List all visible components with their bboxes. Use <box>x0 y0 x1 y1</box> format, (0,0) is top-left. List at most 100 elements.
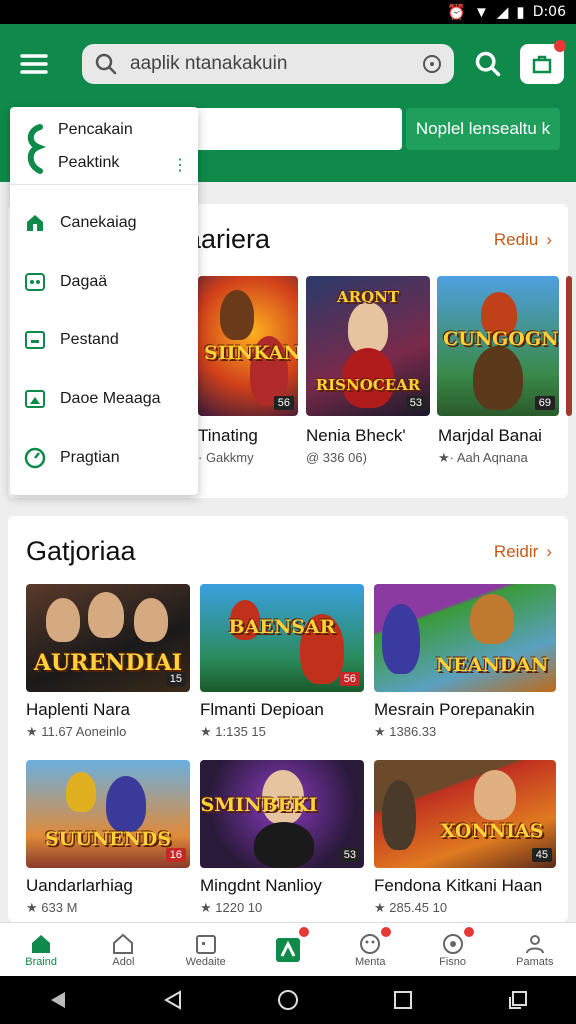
age-badge: 69 <box>534 396 555 410</box>
see-more-link[interactable]: Rediu › <box>494 230 552 250</box>
cart-button[interactable] <box>520 40 566 84</box>
game-meta: ★ 1:135 15 <box>200 724 266 739</box>
nav-item-pamats[interactable]: Pamats <box>494 923 576 976</box>
menu-item[interactable]: Dagaä <box>10 259 198 305</box>
game-meta: ★· Aah Aqnana <box>438 450 528 465</box>
game-title[interactable]: Marjdal Banai <box>438 426 542 446</box>
image-icon <box>25 390 45 408</box>
menu-item-label: Canekaiag <box>60 214 137 231</box>
nav-item-menta[interactable]: Menta <box>329 923 411 976</box>
nav-label: Pamats <box>516 955 554 968</box>
game-logo: NEANDAN <box>435 654 549 676</box>
search-button[interactable] <box>470 46 506 82</box>
see-more-label: Rediu <box>493 230 539 249</box>
nav-label: Adol <box>112 955 135 968</box>
game-logo: RISNOCEAR <box>315 376 421 394</box>
clock-icon <box>423 55 441 73</box>
game-title[interactable]: Nenia Bheck' <box>306 426 406 446</box>
nav-item-adol[interactable]: Adol <box>82 923 164 976</box>
split-screen-icon[interactable] <box>507 989 529 1011</box>
back-icon[interactable] <box>162 989 184 1011</box>
game-title[interactable]: Tinating <box>198 426 258 446</box>
game-title[interactable]: Haplenti Nara <box>26 700 130 720</box>
game-title[interactable]: Flmanti Depioan <box>200 700 324 720</box>
secondary-input[interactable] <box>190 108 402 150</box>
nav-item-home[interactable]: Braind <box>0 923 82 976</box>
game-thumbnail[interactable]: XONNIAS 45 <box>374 760 556 868</box>
game-thumbnail[interactable]: BAENSAR 56 <box>200 584 364 692</box>
game-logo: SIINKAN <box>204 342 298 364</box>
emoji-icon <box>360 933 381 954</box>
age-badge: 45 <box>531 848 552 862</box>
game-tile-icon <box>275 937 300 962</box>
search-icon <box>475 51 501 77</box>
bag-icon <box>532 55 552 74</box>
game-title[interactable]: Mingdnt Nanlioy <box>200 876 322 896</box>
folder-icon <box>25 331 45 349</box>
game-logo: XONNIAS <box>440 820 544 842</box>
game-thumbnail[interactable]: NEANDAN <box>374 584 556 692</box>
game-title[interactable]: Mesrain Porepanakin <box>374 700 535 720</box>
notification-dot <box>381 927 392 937</box>
game-meta: ★ 633 M <box>26 900 78 915</box>
chevron-right-icon: › <box>546 542 552 561</box>
menu-icon <box>20 54 48 74</box>
action-button[interactable]: Noplel lensealtu k <box>406 108 560 150</box>
age-badge: 15 <box>165 672 186 686</box>
home-circle-icon[interactable] <box>277 989 299 1011</box>
nav-item-fisno[interactable]: Fisno <box>411 923 493 976</box>
more-vert-icon[interactable]: ⋮ <box>172 155 188 175</box>
menu-button[interactable] <box>16 46 52 82</box>
age-badge: 56 <box>339 672 360 686</box>
home-icon <box>32 934 51 953</box>
menu-header-title: Pencakain <box>58 121 133 138</box>
nav-label: Wedaite <box>185 955 226 968</box>
notification-dot <box>554 40 566 52</box>
search-bar[interactable]: aaplik ntanakakuin <box>82 44 454 84</box>
game-title[interactable]: Uandarlarhiag <box>26 876 133 896</box>
system-navigation-bar <box>0 976 576 1024</box>
game-logo: BAENSAR <box>228 616 336 638</box>
game-thumbnail[interactable]: SUUNENDS 16 <box>26 760 190 868</box>
game-meta: @ 336 06) <box>306 450 367 465</box>
game-meta: · Gakkmy <box>198 450 254 465</box>
section-title: Gatjoriaa <box>26 536 136 566</box>
game-thumbnail-partial[interactable] <box>566 276 572 416</box>
calendar-icon <box>195 934 216 954</box>
menu-header[interactable]: Pencakain Peaktink ⋮ <box>10 107 198 185</box>
see-more-link[interactable]: Reidir › <box>494 542 552 562</box>
game-thumbnail[interactable]: SIINKAN 56 <box>198 276 298 416</box>
nav-label: Menta <box>354 955 386 968</box>
age-badge: 56 <box>273 396 294 410</box>
game-meta: ★ 1220 10 <box>200 900 263 915</box>
menu-item-label: Pragtian <box>60 449 120 466</box>
recents-icon[interactable] <box>392 989 414 1011</box>
game-logo: SMINBEKI <box>200 794 318 816</box>
nav-item-games[interactable] <box>247 923 329 976</box>
menu-item[interactable]: Pragtian <box>10 435 198 481</box>
chevron-right-icon: › <box>546 230 552 249</box>
game-thumbnail[interactable]: SMINBEKI 53 <box>200 760 364 868</box>
person-icon <box>525 934 544 953</box>
age-badge: 53 <box>339 848 360 862</box>
notification-dot <box>463 927 474 937</box>
search-input[interactable]: aaplik ntanakakuin <box>130 53 422 75</box>
menu-item[interactable]: Daoe Meaaga <box>10 376 198 422</box>
age-badge: 53 <box>405 396 426 410</box>
menu-item-label: Daoe Meaaga <box>60 390 161 407</box>
menu-item[interactable]: Canekaiag <box>10 200 198 246</box>
signal-icon: ◢ <box>496 4 509 21</box>
menu-item-label: Pestand <box>60 331 119 348</box>
section-title: aariera <box>186 224 271 254</box>
game-icon <box>25 273 45 291</box>
menu-item[interactable]: Pestand <box>10 317 198 363</box>
game-meta: ★ 11.67 Aoneinlo <box>26 724 127 739</box>
clock: D:06 <box>532 4 566 20</box>
game-thumbnail[interactable]: ARONT RISNOCEAR 53 <box>306 276 430 416</box>
nav-item-wedaite[interactable]: Wedaite <box>165 923 247 976</box>
game-thumbnail[interactable]: AURENDIAI 15 <box>26 584 190 692</box>
back-arrow-icon[interactable] <box>47 989 69 1011</box>
game-thumbnail[interactable]: CUNGOGNI 69 <box>437 276 559 416</box>
age-badge: 16 <box>165 848 186 862</box>
game-title[interactable]: Fendona Kitkani Haan <box>374 876 542 896</box>
